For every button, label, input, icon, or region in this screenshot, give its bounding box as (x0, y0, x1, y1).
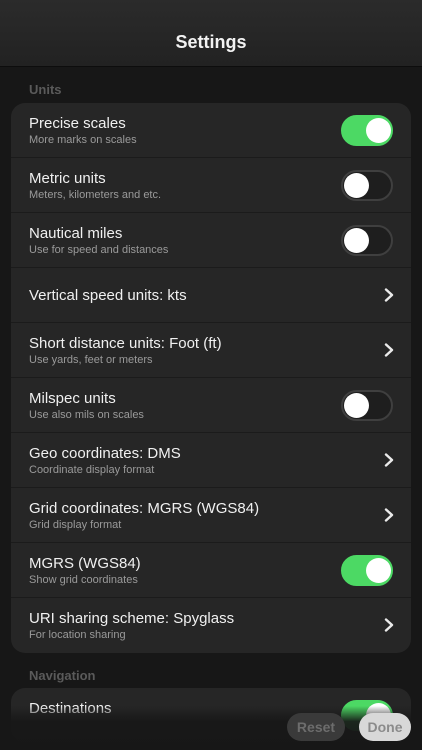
units-group: Precise scales More marks on scales Metr… (11, 103, 411, 653)
row-subtitle: Grid display format (29, 519, 122, 531)
row-subtitle: For location sharing (29, 629, 126, 641)
chevron-right-icon (384, 288, 394, 302)
toggle-knob (344, 393, 369, 418)
row-nautical-miles: Nautical miles Use for speed and distanc… (11, 213, 411, 268)
nautical-miles-toggle[interactable] (341, 225, 393, 256)
row-milspec-units: Milspec units Use also mils on scales (11, 378, 411, 433)
row-title: Precise scales (29, 115, 126, 132)
row-title: Grid coordinates: MGRS (WGS84) (29, 500, 260, 517)
row-title: Milspec units (29, 390, 116, 407)
page-title: Settings (175, 32, 247, 52)
row-subtitle: Use for speed and distances (29, 244, 169, 256)
mgrs-toggle[interactable] (341, 555, 393, 586)
metric-units-toggle[interactable] (341, 170, 393, 201)
row-subtitle: Meters, kilometers and etc. (29, 189, 162, 201)
settings-scroll-view[interactable]: Units Precise scales More marks on scale… (0, 67, 422, 750)
row-subtitle: More marks on scales (29, 134, 137, 146)
row-title: MGRS (WGS84) (29, 555, 141, 572)
row-uri-sharing-scheme[interactable]: URI sharing scheme: Spyglass For locatio… (11, 598, 411, 653)
chevron-right-icon (384, 508, 394, 522)
settings-screen: Settings Units Precise scales More marks… (0, 0, 422, 750)
toggle-knob (344, 173, 369, 198)
row-mgrs-wgs84: MGRS (WGS84) Show grid coordinates (11, 543, 411, 598)
row-title: Metric units (29, 170, 106, 187)
done-button[interactable]: Done (359, 713, 411, 741)
section-header-navigation: Navigation (29, 668, 96, 683)
row-subtitle: Use also mils on scales (29, 409, 144, 421)
chevron-right-icon (384, 618, 394, 632)
row-vertical-speed-units[interactable]: Vertical speed units: kts (11, 268, 411, 323)
row-short-distance-units[interactable]: Short distance units: Foot (ft) Use yard… (11, 323, 411, 378)
navigation-bar: Settings (0, 0, 422, 67)
row-geo-coordinates[interactable]: Geo coordinates: DMS Coordinate display … (11, 433, 411, 488)
chevron-right-icon (384, 343, 394, 357)
reset-button[interactable]: Reset (287, 713, 345, 741)
row-grid-coordinates[interactable]: Grid coordinates: MGRS (WGS84) Grid disp… (11, 488, 411, 543)
row-precise-scales: Precise scales More marks on scales (11, 103, 411, 158)
section-header-units: Units (29, 82, 62, 97)
toggle-knob (366, 118, 391, 143)
row-metric-units: Metric units Meters, kilometers and etc. (11, 158, 411, 213)
row-subtitle: Use yards, feet or meters (29, 354, 153, 366)
toggle-knob (366, 558, 391, 583)
row-title: Short distance units: Foot (ft) (29, 335, 222, 352)
row-subtitle: Coordinate display format (29, 464, 155, 476)
row-title: URI sharing scheme: Spyglass (29, 610, 235, 627)
toggle-knob (344, 228, 369, 253)
row-title: Nautical miles (29, 225, 123, 242)
chevron-right-icon (384, 453, 394, 467)
precise-scales-toggle[interactable] (341, 115, 393, 146)
milspec-units-toggle[interactable] (341, 390, 393, 421)
row-title: Geo coordinates: DMS (29, 445, 181, 462)
row-subtitle: Show grid coordinates (29, 574, 138, 586)
row-title: Vertical speed units: kts (29, 287, 187, 304)
